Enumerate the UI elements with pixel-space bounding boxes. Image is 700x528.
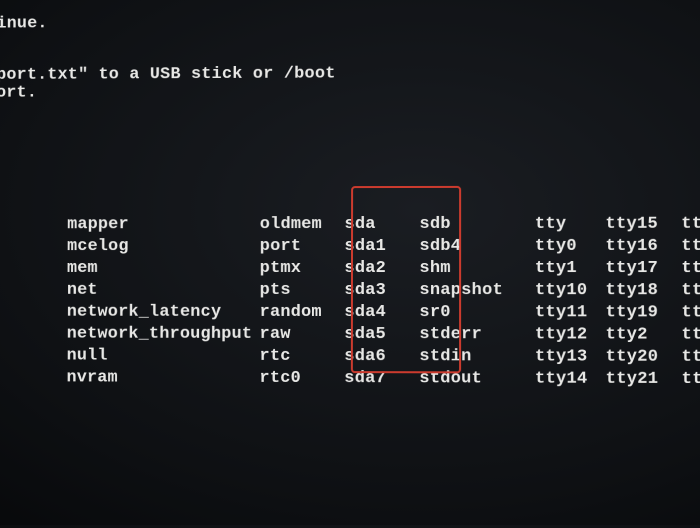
dev-col7: tty28 (682, 347, 700, 369)
dev-col6: tty20 (606, 347, 682, 369)
dev-col2: rtc (259, 346, 344, 368)
terminal-screen: inue. port.txt" to a USB stick or /boot … (2, 0, 700, 528)
dev-col6: tty18 (606, 280, 682, 302)
dev-col4: shm (419, 258, 535, 280)
dev-col2: ptmx (260, 258, 345, 280)
dev-col2: random (260, 302, 345, 324)
dev-col2: pts (260, 280, 345, 302)
dev-col5: tty1 (535, 258, 606, 280)
table-row: mapperoldmemsdasdbttytty15tty22t (0, 191, 700, 214)
dev-col7: tty22 (681, 214, 700, 236)
header-line-3: ort. (0, 84, 37, 103)
dev-col4: sdb (419, 214, 534, 236)
dev-col1: mem (57, 258, 260, 280)
dev-col1: network_latency (56, 302, 259, 324)
dev-col3: sda4 (344, 302, 419, 324)
dev-col6: tty19 (606, 302, 682, 324)
dev-col3: sda6 (344, 346, 419, 368)
dev-col3: sda1 (344, 236, 419, 258)
dev-col7: tty24 (681, 258, 700, 280)
device-listing: mapperoldmemsdasdbttytty15tty22t mcelogp… (0, 191, 700, 369)
dev-col6: tty17 (605, 258, 681, 280)
dev-col1: null (56, 346, 259, 368)
dev-col2: raw (260, 324, 345, 346)
header-line-1: inue. (0, 14, 48, 33)
dev-col2: port (260, 236, 345, 258)
dev-col6: tty16 (605, 236, 681, 258)
dev-col4: sdb4 (419, 236, 534, 258)
dev-col3: sda5 (344, 324, 419, 346)
dev-col1: mcelog (57, 236, 260, 258)
dev-col1: nvram (56, 367, 259, 389)
dev-col3: sda2 (344, 258, 419, 280)
header-line-2: port.txt" to a USB stick or /boot (0, 65, 336, 85)
dev-col5: tty0 (535, 236, 606, 258)
dev-col6: tty15 (605, 214, 681, 236)
dev-col3: sda3 (344, 280, 419, 302)
dev-col4: stdout (419, 368, 535, 390)
dev-col4: snapshot (419, 280, 535, 302)
dev-col5: tty14 (535, 369, 606, 391)
dev-col2: oldmem (260, 214, 345, 236)
dev-col1: net (57, 280, 260, 302)
dev-col3: sda7 (344, 368, 419, 390)
dev-col6: tty21 (606, 369, 682, 391)
dev-col1: network_throughput (56, 324, 259, 346)
dev-col5: tty (535, 214, 606, 236)
dev-col5: tty10 (535, 280, 606, 302)
dev-col5: tty11 (535, 302, 606, 324)
dev-col7: tty26 (681, 302, 700, 324)
dev-col7: tty23 (681, 236, 700, 258)
dev-col4: stdin (419, 346, 535, 368)
dev-col1: mapper (57, 214, 260, 236)
dev-col4: stderr (419, 324, 535, 346)
dev-col4: sr0 (419, 302, 535, 324)
dev-col5: tty13 (535, 346, 606, 368)
dev-col6: tty2 (606, 324, 682, 346)
dev-col3: sda (344, 214, 419, 236)
dev-col7: tty25 (681, 280, 700, 302)
dev-col7: tty27 (681, 324, 700, 346)
dev-col5: tty12 (535, 324, 606, 346)
dev-col7: tty29 (682, 369, 700, 391)
dev-col2: rtc0 (259, 368, 344, 390)
